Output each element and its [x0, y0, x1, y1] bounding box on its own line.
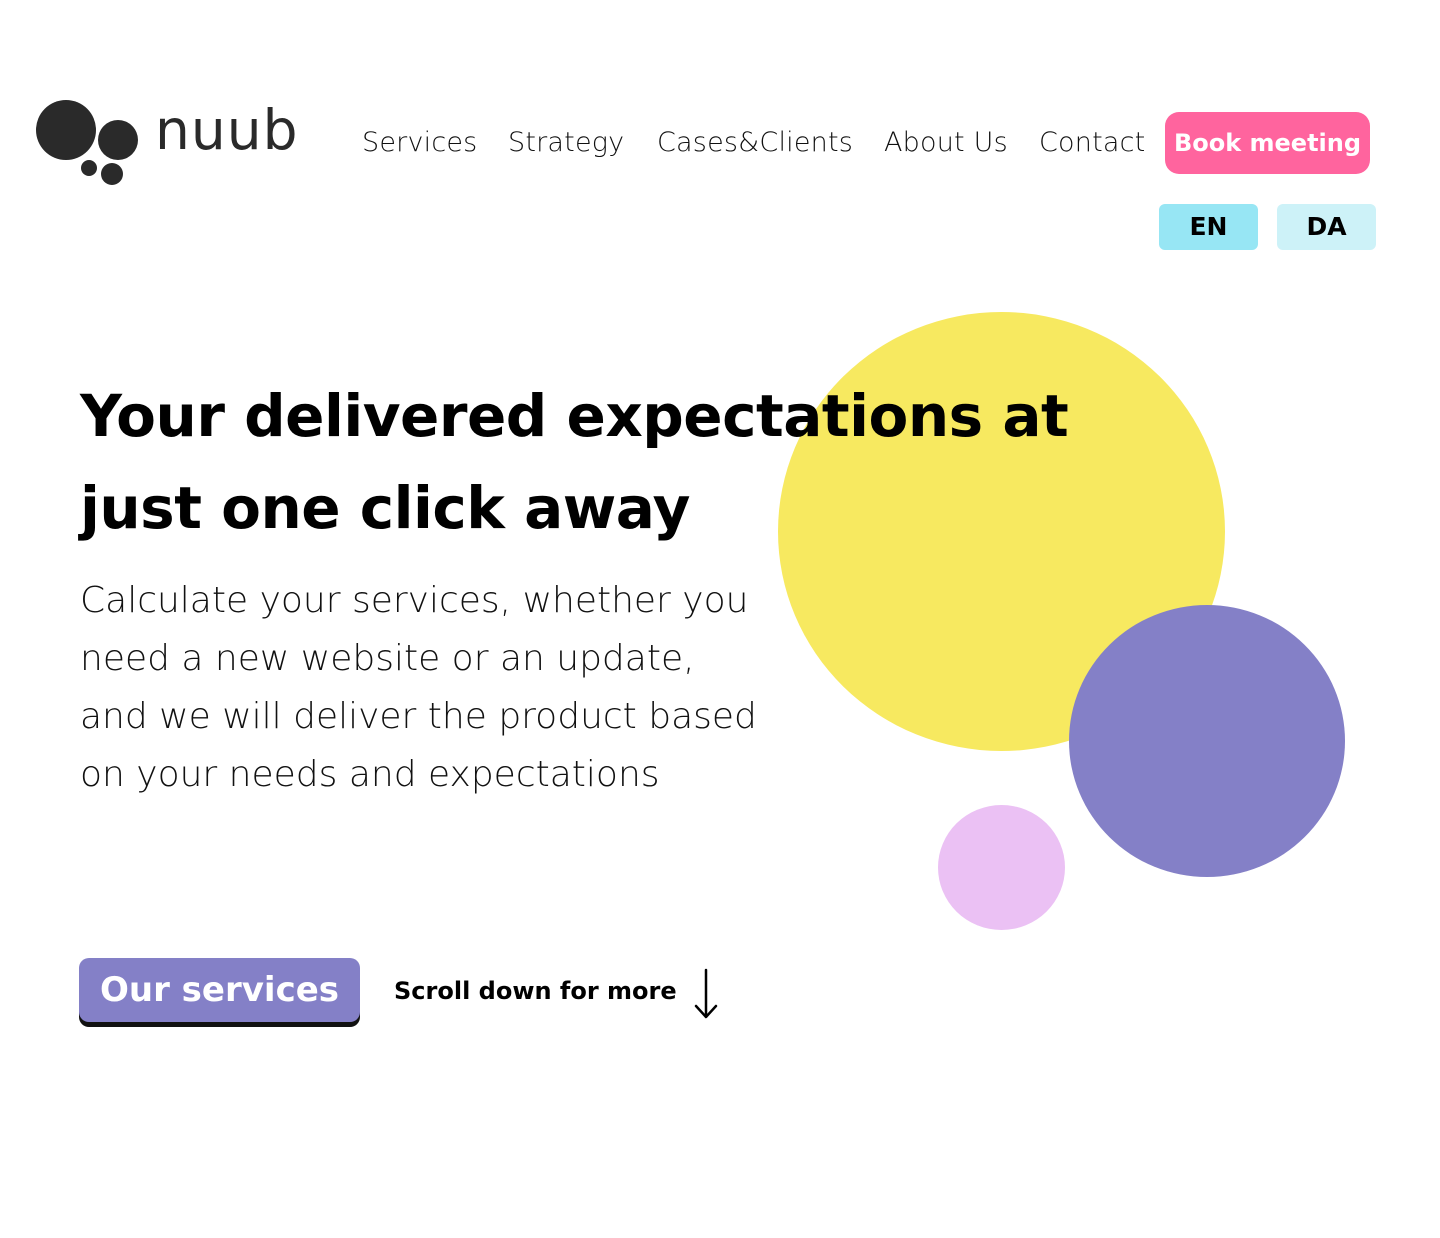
nav-item-about-us[interactable]: About Us [884, 125, 1008, 161]
lang-en-button[interactable]: EN [1159, 204, 1258, 250]
purple-circle-decoration [1069, 605, 1345, 877]
logo-wordmark: nuub [155, 98, 299, 162]
arrow-down-icon[interactable] [692, 968, 720, 1020]
nav-item-strategy[interactable]: Strategy [508, 125, 624, 161]
nav-item-services[interactable]: Services [362, 125, 477, 161]
logo-link[interactable]: nuub [36, 98, 298, 190]
nav-item-contact[interactable]: Contact [1039, 125, 1145, 161]
hero-title: Your delivered expectations at just one … [80, 382, 1069, 542]
nav-item-cases-clients[interactable]: Cases&Clients [657, 125, 853, 161]
hero-description: Calculate your services, whether you nee… [80, 580, 757, 795]
scroll-hint[interactable]: Scroll down for more [394, 973, 677, 1009]
book-meeting-button[interactable]: Book meeting [1165, 112, 1370, 174]
lang-da-button[interactable]: DA [1277, 204, 1376, 250]
pink-circle-decoration [938, 805, 1065, 930]
our-services-button[interactable]: Our services [79, 958, 360, 1022]
logo-dots-icon [36, 100, 138, 185]
